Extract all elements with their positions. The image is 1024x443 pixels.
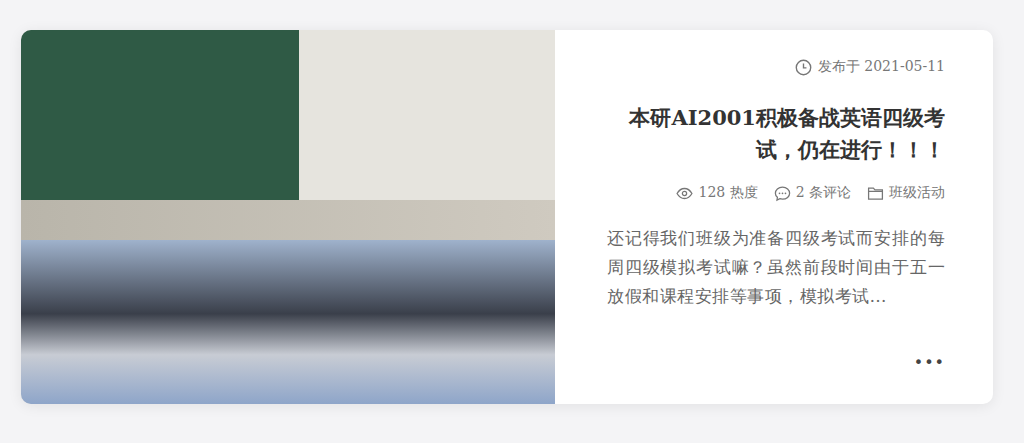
blackboard — [21, 30, 555, 200]
comment-icon — [774, 185, 791, 202]
post-date: 发布于 2021-05-11 — [795, 58, 945, 76]
clock-icon — [795, 59, 812, 76]
post-meta: 128 热度 2 条评论 班级活动 — [676, 184, 945, 202]
meta-item: 2 条评论 — [774, 184, 851, 202]
post-photo[interactable] — [21, 30, 555, 404]
projector-screen — [21, 200, 555, 240]
more-row: ••• — [607, 351, 945, 374]
folder-icon — [867, 185, 884, 202]
meta-item[interactable]: 班级活动 — [867, 184, 945, 202]
post-title[interactable]: 本研AI2001积极备战英语四级考试，仍在进行！！！ — [625, 102, 945, 166]
post-card[interactable]: 发布于 2021-05-11 本研AI2001积极备战英语四级考试，仍在进行！！… — [21, 30, 993, 404]
page: 发布于 2021-05-11 本研AI2001积极备战英语四级考试，仍在进行！！… — [0, 0, 1024, 443]
eye-icon — [676, 185, 693, 202]
post-excerpt: 还记得我们班级为准备四级考试而安排的每周四级模拟考试嘛？虽然前段时间由于五一放假… — [607, 224, 945, 311]
desks — [21, 240, 555, 404]
post-content: 发布于 2021-05-11 本研AI2001积极备战英语四级考试，仍在进行！！… — [555, 30, 993, 404]
more-button[interactable]: ••• — [914, 351, 945, 374]
meta-item: 128 热度 — [676, 184, 757, 202]
